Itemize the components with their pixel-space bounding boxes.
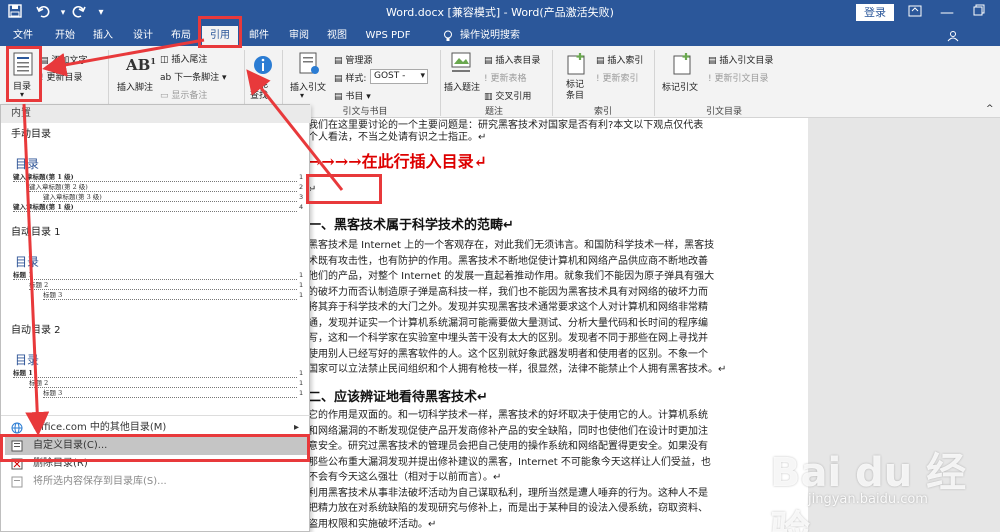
arrow-to-ribbon bbox=[246, 69, 344, 191]
arrow-to-toc-button bbox=[42, 38, 205, 77]
baidu-watermark-url: jingyan.baidu.com bbox=[808, 492, 928, 507]
arrow-to-custom-toc bbox=[22, 103, 50, 436]
baidu-watermark: Bai du 经验 bbox=[770, 450, 967, 532]
